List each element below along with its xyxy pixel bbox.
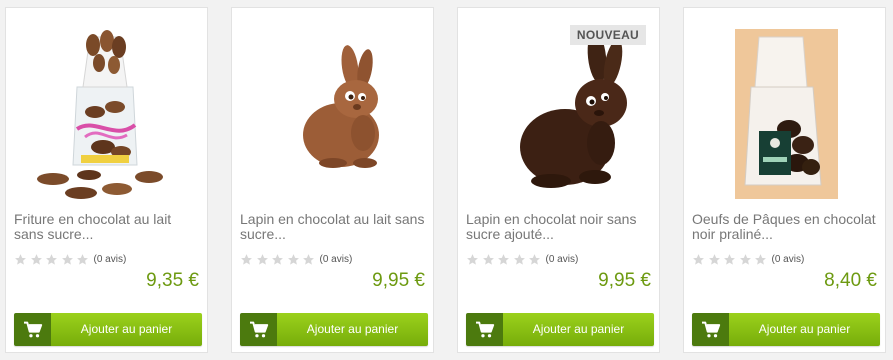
star-icon — [302, 253, 315, 266]
star-rating: (0 avis) — [240, 252, 352, 266]
star-icon — [45, 253, 58, 266]
review-count[interactable]: (0 avis) — [94, 254, 127, 265]
star-icon — [287, 253, 300, 266]
product-price: 9,35 € — [146, 270, 199, 291]
star-icon — [497, 253, 510, 266]
star-icon — [14, 253, 27, 266]
product-card: Oeufs de Pâques en chocolat noir praliné… — [683, 7, 886, 353]
star-rating: (0 avis) — [14, 252, 126, 266]
star-icon — [271, 253, 284, 266]
add-to-cart-label: Ajouter au panier — [51, 313, 202, 346]
product-name[interactable]: Oeufs de Pâques en chocolat noir praliné… — [692, 212, 882, 242]
new-badge: NOUVEAU — [569, 25, 646, 45]
star-icon — [754, 253, 767, 266]
product-image-lapin-lait[interactable] — [241, 17, 426, 212]
add-to-cart-button[interactable]: Ajouter au panier — [466, 313, 654, 346]
product-price: 9,95 € — [372, 270, 425, 291]
product-image-oeufs[interactable] — [693, 17, 878, 212]
star-rating: (0 avis) — [466, 252, 578, 266]
product-image-friture[interactable] — [15, 17, 200, 212]
add-to-cart-label: Ajouter au panier — [503, 313, 654, 346]
star-icon — [256, 253, 269, 266]
star-rating: (0 avis) — [692, 252, 804, 266]
shopping-cart-icon — [14, 313, 51, 346]
add-to-cart-button[interactable]: Ajouter au panier — [14, 313, 202, 346]
shopping-cart-icon — [466, 313, 503, 346]
star-icon — [76, 253, 89, 266]
star-icon — [30, 253, 43, 266]
star-icon — [739, 253, 752, 266]
product-grid: Friture en chocolat au lait sans sucre..… — [0, 0, 893, 360]
star-icon — [708, 253, 721, 266]
product-price: 9,95 € — [598, 270, 651, 291]
product-name[interactable]: Friture en chocolat au lait sans sucre..… — [14, 212, 204, 242]
star-icon — [482, 253, 495, 266]
product-card: Lapin en chocolat au lait sans sucre... … — [231, 7, 434, 353]
product-name[interactable]: Lapin en chocolat noir sans sucre ajouté… — [466, 212, 656, 242]
review-count[interactable]: (0 avis) — [546, 254, 579, 265]
add-to-cart-label: Ajouter au panier — [729, 313, 880, 346]
product-card: Friture en chocolat au lait sans sucre..… — [5, 7, 208, 353]
star-icon — [466, 253, 479, 266]
product-image-lapin-noir[interactable]: NOUVEAU — [467, 17, 652, 212]
star-icon — [723, 253, 736, 266]
add-to-cart-button[interactable]: Ajouter au panier — [692, 313, 880, 346]
shopping-cart-icon — [692, 313, 729, 346]
review-count[interactable]: (0 avis) — [320, 254, 353, 265]
star-icon — [240, 253, 253, 266]
product-name[interactable]: Lapin en chocolat au lait sans sucre... — [240, 212, 430, 242]
shopping-cart-icon — [240, 313, 277, 346]
star-icon — [513, 253, 526, 266]
star-icon — [692, 253, 705, 266]
star-icon — [61, 253, 74, 266]
review-count[interactable]: (0 avis) — [772, 254, 805, 265]
add-to-cart-button[interactable]: Ajouter au panier — [240, 313, 428, 346]
product-card: NOUVEAU Lapin en chocolat noir sans sucr… — [457, 7, 660, 353]
product-price: 8,40 € — [824, 270, 877, 291]
star-icon — [528, 253, 541, 266]
add-to-cart-label: Ajouter au panier — [277, 313, 428, 346]
